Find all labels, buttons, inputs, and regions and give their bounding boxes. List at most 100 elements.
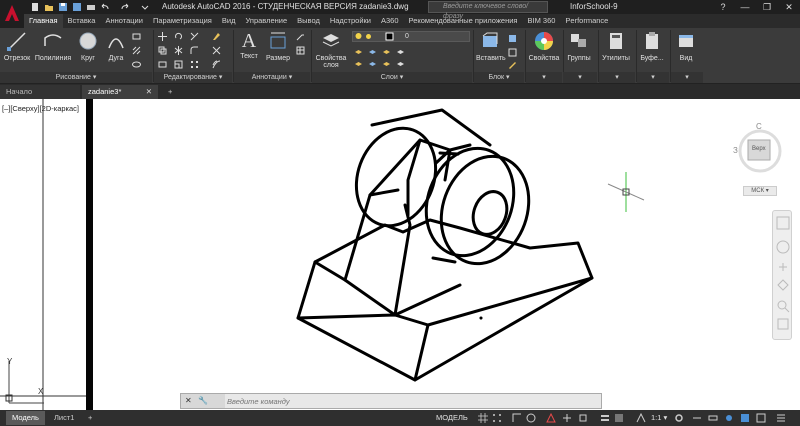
- dimension-tool[interactable]: Размер: [264, 30, 292, 62]
- arc-tool[interactable]: Дуга: [104, 30, 128, 62]
- table-icon[interactable]: [296, 46, 305, 55]
- layer-tool-8-icon[interactable]: [396, 60, 405, 69]
- groups-tool[interactable]: Группы: [564, 30, 594, 62]
- close-command-line-icon[interactable]: ✕: [185, 396, 192, 405]
- tab-performance[interactable]: Performance: [560, 14, 613, 28]
- fillet-icon[interactable]: [190, 46, 199, 55]
- tab-view[interactable]: Вид: [217, 14, 241, 28]
- application-menu-button[interactable]: [0, 0, 24, 28]
- new-file-icon[interactable]: [30, 2, 40, 12]
- tab-featured-apps[interactable]: Рекомендованные приложения: [404, 14, 523, 28]
- array-icon[interactable]: [190, 60, 199, 69]
- clipboard-tool[interactable]: Буфе...: [638, 30, 666, 62]
- model-space-toggle[interactable]: МОДЕЛЬ: [436, 411, 468, 425]
- ucs-dropdown[interactable]: МСК ▾: [743, 186, 777, 196]
- trim-icon[interactable]: [190, 32, 199, 41]
- layers-panel-footer[interactable]: Слои ▾: [312, 72, 472, 83]
- grid-icon[interactable]: [478, 413, 488, 423]
- tab-home[interactable]: Главная: [24, 14, 63, 28]
- drawing-canvas[interactable]: [93, 99, 800, 410]
- text-tool[interactable]: A Текст: [236, 30, 262, 60]
- clipboard-panel-footer[interactable]: ▾: [637, 72, 669, 83]
- stretch-icon[interactable]: [158, 60, 167, 69]
- minimize-button[interactable]: —: [734, 0, 756, 14]
- add-layout-button[interactable]: +: [82, 411, 98, 425]
- line-tool[interactable]: Отрезок: [2, 30, 32, 62]
- customize-qat-icon[interactable]: [140, 2, 150, 12]
- lineweight-icon[interactable]: [600, 413, 610, 423]
- plot-icon[interactable]: [86, 2, 96, 12]
- drawing-area-left[interactable]: Y X: [0, 99, 86, 410]
- undo-icon[interactable]: [100, 2, 110, 12]
- tab-layout1[interactable]: Лист1: [48, 411, 80, 425]
- layer-tool-4-icon[interactable]: [396, 48, 405, 57]
- object-snap-icon[interactable]: [578, 413, 588, 423]
- scale-icon[interactable]: [174, 60, 183, 69]
- close-tab-icon[interactable]: ✕: [146, 85, 152, 99]
- hatch-icon[interactable]: [132, 46, 141, 55]
- units-icon[interactable]: [708, 413, 718, 423]
- layer-tool-7-icon[interactable]: [382, 60, 391, 69]
- move-icon[interactable]: [158, 32, 167, 41]
- close-button[interactable]: ✕: [778, 0, 800, 14]
- viewport-controls-label[interactable]: [–][Сверху][2D-каркас]: [2, 104, 79, 113]
- layer-tool-5-icon[interactable]: [354, 60, 363, 69]
- command-input[interactable]: [227, 395, 597, 407]
- utilities-panel-footer[interactable]: ▾: [599, 72, 635, 83]
- object-snap-tracking-icon[interactable]: [562, 413, 572, 423]
- ellipse-icon[interactable]: [132, 60, 141, 69]
- explode-icon[interactable]: [212, 46, 221, 55]
- insert-block-tool[interactable]: Вставить: [476, 30, 506, 62]
- erase-icon[interactable]: [212, 32, 221, 41]
- save-as-icon[interactable]: [72, 2, 82, 12]
- user-account[interactable]: InforSchool-9: [552, 1, 634, 13]
- tab-model[interactable]: Модель: [6, 411, 45, 425]
- viewcube[interactable]: С З Верх МСК ▾: [731, 118, 787, 198]
- edit-attributes-icon[interactable]: [508, 60, 517, 69]
- offset-icon[interactable]: [212, 60, 221, 69]
- view-tool[interactable]: Вид: [672, 30, 700, 62]
- layer-tool-3-icon[interactable]: [382, 48, 391, 57]
- tab-addins[interactable]: Надстройки: [325, 14, 376, 28]
- edit-block-icon[interactable]: [508, 48, 517, 57]
- rectangle-icon[interactable]: [132, 32, 141, 41]
- layer-tool-2-icon[interactable]: [368, 48, 377, 57]
- isodraft-icon[interactable]: [546, 413, 556, 423]
- viewcube-face-label[interactable]: Верх: [752, 146, 766, 152]
- utilities-tool[interactable]: Утилиты: [600, 30, 632, 62]
- transparency-icon[interactable]: [614, 413, 624, 423]
- hardware-acceleration-icon[interactable]: [740, 413, 750, 423]
- tab-a360[interactable]: A360: [376, 14, 404, 28]
- properties-panel-footer[interactable]: ▾: [526, 72, 562, 83]
- redo-icon[interactable]: [120, 2, 130, 12]
- draw-panel-footer[interactable]: Рисование ▾: [0, 72, 152, 83]
- mirror-icon[interactable]: [174, 46, 183, 55]
- annotation-monitor-icon[interactable]: [692, 413, 702, 423]
- block-panel-footer[interactable]: Блок ▾: [474, 72, 524, 83]
- tab-output[interactable]: Вывод: [292, 14, 325, 28]
- modify-panel-footer[interactable]: Редактирование ▾: [154, 72, 232, 83]
- polyline-tool[interactable]: Полилиния: [34, 30, 72, 62]
- open-folder-icon[interactable]: [44, 2, 54, 12]
- clean-screen-icon[interactable]: [756, 413, 766, 423]
- tab-start[interactable]: Начало: [0, 85, 80, 99]
- tab-manage[interactable]: Управление: [240, 14, 292, 28]
- polar-tracking-icon[interactable]: [526, 413, 536, 423]
- circle-tool[interactable]: Круг: [74, 30, 102, 62]
- help-button[interactable]: ?: [712, 0, 734, 14]
- annotation-panel-footer[interactable]: Аннотации ▾: [234, 72, 310, 83]
- save-icon[interactable]: [58, 2, 68, 12]
- new-tab-button[interactable]: +: [162, 85, 174, 99]
- copy-icon[interactable]: [158, 46, 167, 55]
- isolate-objects-icon[interactable]: [724, 413, 734, 423]
- layer-properties-tool[interactable]: Свойства слоя: [314, 30, 348, 69]
- snap-icon[interactable]: [492, 413, 502, 423]
- customization-menu-icon[interactable]: [776, 413, 786, 423]
- leader-icon[interactable]: [296, 32, 305, 41]
- tab-insert[interactable]: Вставка: [63, 14, 101, 28]
- annotation-visibility-icon[interactable]: [636, 413, 646, 423]
- create-block-icon[interactable]: [508, 34, 517, 43]
- tab-annotate[interactable]: Аннотации: [100, 14, 148, 28]
- layer-tool-1-icon[interactable]: [354, 48, 363, 57]
- search-input[interactable]: Введите ключевое слово/фразу: [428, 1, 548, 20]
